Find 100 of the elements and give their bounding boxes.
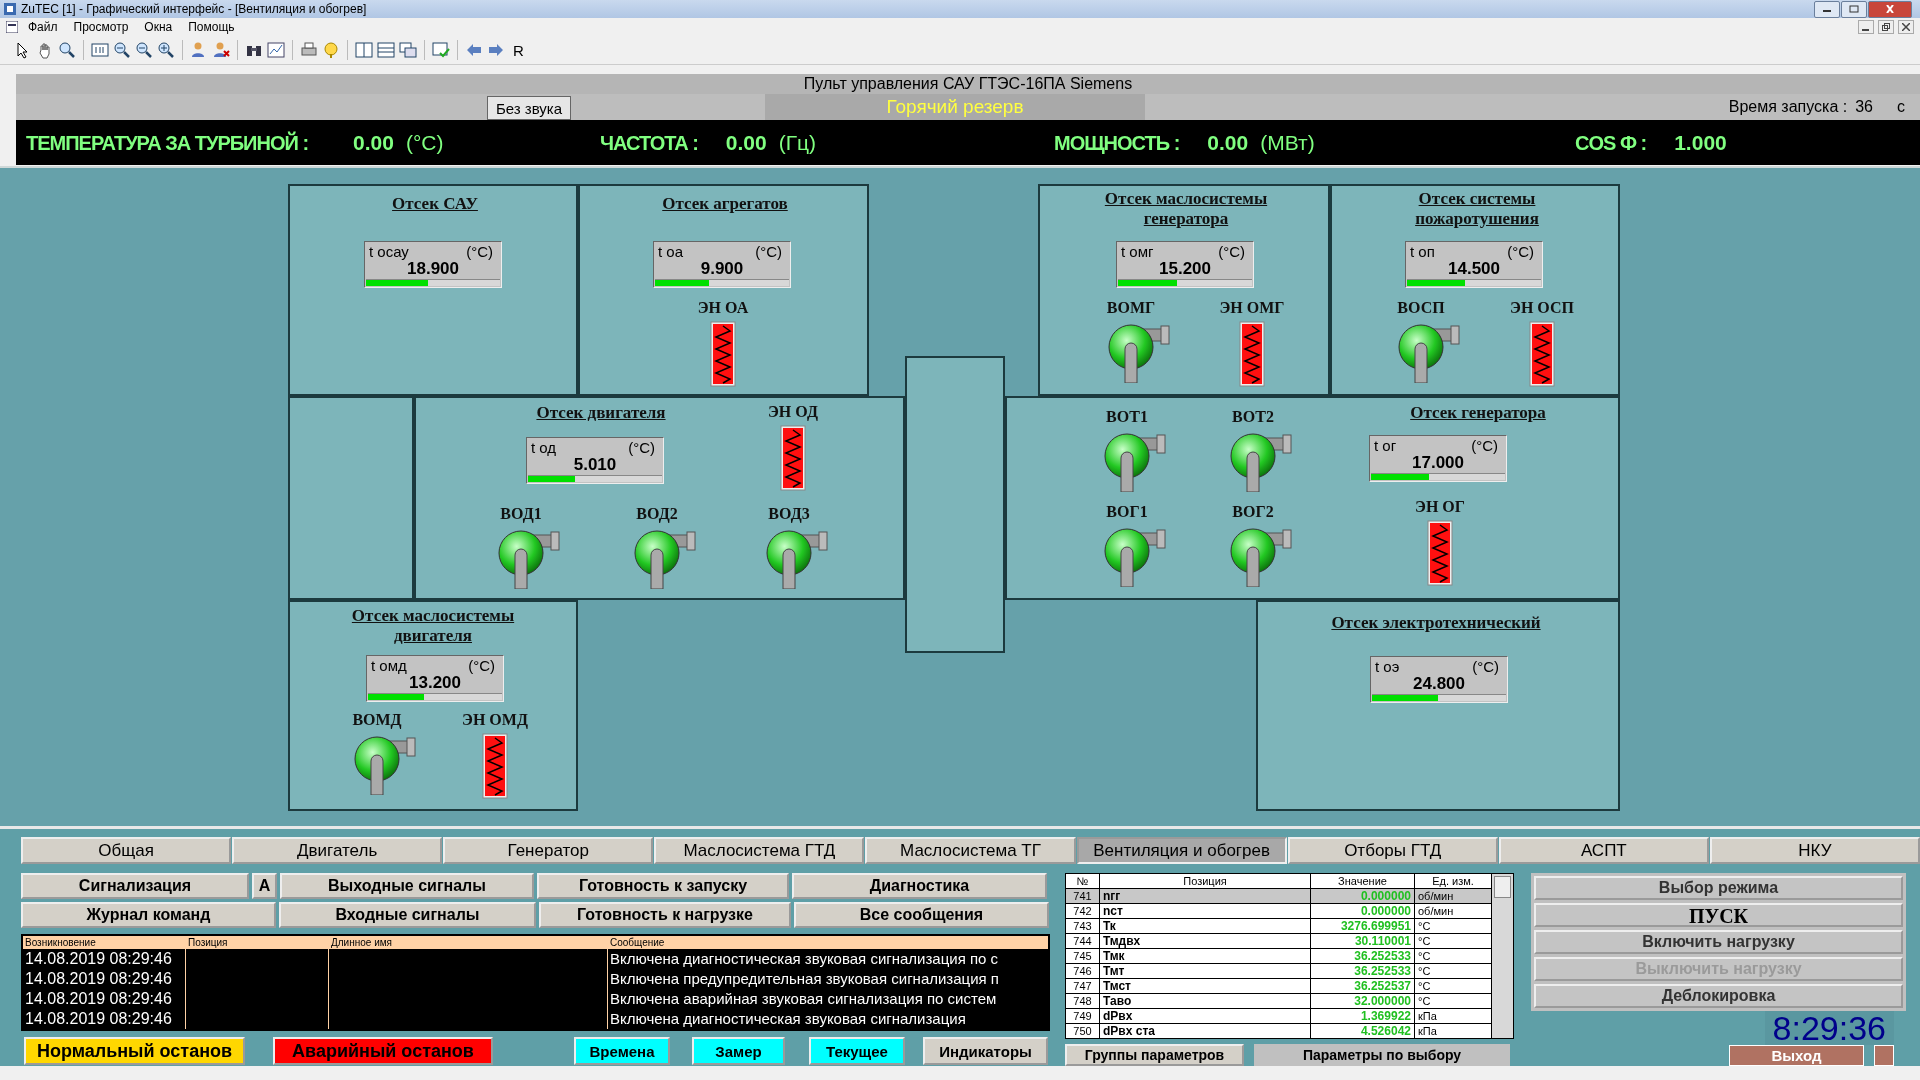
table-row[interactable]: 746 Тмт 36.252533 °С (1066, 964, 1492, 979)
check-window-icon[interactable] (432, 41, 450, 59)
table-cell: nст (1100, 904, 1311, 918)
table-row[interactable]: 741 nгг 0.000000 об/мин (1066, 889, 1492, 904)
tab[interactable]: Общая (21, 837, 232, 864)
restore-button[interactable] (1878, 20, 1894, 34)
table-cell: 741 (1066, 889, 1100, 903)
control-button[interactable]: Включить нагрузку (1534, 930, 1903, 954)
table-row[interactable]: 745 Тмк 36.252533 °С (1066, 949, 1492, 964)
selected-parameters-button[interactable]: Параметры по выбору (1254, 1044, 1510, 1066)
table-cell-text: Включена аварийная звуковая сигнализация по систем (609, 989, 998, 1009)
tab[interactable]: Двигатель (232, 837, 443, 864)
gauge-value: 17.000 (1411, 453, 1465, 473)
table-cell: 36.252533 (1311, 964, 1415, 978)
nav-button[interactable]: A (252, 873, 277, 899)
nav-button[interactable]: Журнал команд (21, 902, 276, 928)
layout-columns-icon[interactable] (355, 41, 373, 59)
action-button[interactable]: Аварийный останов (273, 1037, 493, 1065)
tab[interactable]: Вентиляция и обогрев (1076, 837, 1287, 864)
nav-button[interactable]: Готовность к запуску (537, 873, 789, 899)
action-button[interactable]: Нормальный останов (24, 1037, 245, 1065)
metric-value: 0.00 (353, 130, 394, 155)
layout-rows-icon[interactable] (377, 41, 395, 59)
exit-button[interactable]: Выход (1729, 1045, 1864, 1066)
column-header: Сообщение (609, 936, 666, 949)
scrollbar[interactable] (1492, 874, 1513, 1038)
close-icon (1902, 23, 1910, 31)
compartment-title: Отсек маслосистемы генератора (1103, 189, 1269, 229)
menu-item[interactable]: Файл (22, 20, 64, 34)
parameter-groups-button[interactable]: Группы параметров (1065, 1044, 1244, 1066)
device-label: ЭН ОА (697, 299, 749, 317)
nav-button[interactable]: Готовность к нагрузке (539, 902, 791, 928)
column-header: Позиция (1100, 874, 1311, 888)
tab[interactable]: Отборы ГТД (1287, 837, 1498, 864)
toolbar-button[interactable]: R (509, 41, 528, 59)
table-cell: Тмт (1100, 964, 1311, 978)
action-button[interactable]: Времена (574, 1037, 670, 1065)
start-time-value: 36 (1855, 98, 1873, 116)
zoom-in-icon[interactable] (157, 41, 175, 59)
zoom-fit-icon[interactable] (113, 41, 131, 59)
minimize-button[interactable] (1858, 20, 1874, 34)
nav-button[interactable]: Диагностика (792, 873, 1047, 899)
table-row[interactable]: 747 Тмст 36.252537 °С (1066, 979, 1492, 994)
gauge-value: 9.900 (699, 259, 745, 279)
column-header: № (1066, 874, 1100, 888)
tab[interactable]: Маслосистема ГТД (654, 837, 865, 864)
action-button[interactable]: Замер (692, 1037, 785, 1065)
gauge-label: t оа (658, 243, 684, 260)
control-button[interactable]: Выбор режима (1534, 876, 1903, 900)
mute-button[interactable]: Без звука (487, 96, 571, 120)
table-cell: Таво (1100, 994, 1311, 1008)
table-row[interactable]: 748 Таво 32.000000 °С (1066, 994, 1492, 1009)
tab[interactable]: Маслосистема ТГ (865, 837, 1076, 864)
control-button[interactable]: Деблокировка (1534, 984, 1903, 1008)
menu-item[interactable]: Окна (138, 20, 179, 34)
indicator-square (1874, 1045, 1894, 1066)
metric-label: COS Ф : (1575, 131, 1647, 155)
maximize-icon (1849, 5, 1859, 13)
compartment-title: Отсек электротехнический (1330, 613, 1542, 633)
gauge-unit: (°C) (468, 657, 495, 674)
mode-status: Горячий резерв (765, 94, 1145, 120)
table-cell: 746 (1066, 964, 1100, 978)
table-row[interactable]: 743 Тк 3276.699951 °С (1066, 919, 1492, 934)
gauge-label: t ог (1374, 437, 1397, 454)
menu-item[interactable]: Просмотр (67, 20, 135, 34)
gauge-unit: (°C) (1472, 658, 1499, 675)
tab[interactable]: Генератор (443, 837, 654, 864)
menu-item[interactable]: Помощь (182, 20, 241, 34)
table-cell: Тк (1100, 919, 1311, 933)
action-button[interactable]: Индикаторы (923, 1037, 1048, 1065)
gauge-label: t осау (369, 243, 409, 260)
start-time-label: Время запуска : (1728, 98, 1848, 116)
table-row[interactable]: 744 Тмдвх 30.110001 °С (1066, 934, 1492, 949)
control-button[interactable]: ПУСК (1534, 903, 1903, 927)
device-label: ВОД3 (768, 505, 810, 523)
tab[interactable]: НКУ (1709, 837, 1920, 864)
close-button[interactable] (1868, 0, 1912, 18)
zoom-out-icon[interactable] (135, 41, 153, 59)
table-cell: 0.000000 (1311, 904, 1415, 918)
tab[interactable]: АСПТ (1498, 837, 1709, 864)
windows-icon[interactable] (399, 41, 417, 59)
gauge-unit: (°C) (1507, 243, 1534, 260)
table-cell: 3276.699951 (1311, 919, 1415, 933)
action-button[interactable]: Текущее (809, 1037, 905, 1065)
search-icon[interactable] (58, 41, 76, 59)
table-row[interactable]: 749 dPвх 1.369922 кПа (1066, 1009, 1492, 1024)
minimize-button[interactable] (1814, 0, 1840, 18)
close-button[interactable] (1898, 20, 1914, 34)
device-label: ВОГ1 (1106, 503, 1148, 521)
printer-icon[interactable] (300, 41, 318, 59)
clock: 8:29:36 (1764, 1011, 1894, 1045)
gauge-value: 15.200 (1158, 259, 1212, 279)
table-row[interactable]: 742 nст 0.000000 об/мин (1066, 904, 1492, 919)
user-remove-icon[interactable] (212, 41, 230, 59)
chart-icon[interactable] (267, 41, 285, 59)
nav-button[interactable]: Входные сигналы (279, 902, 536, 928)
nav-button[interactable]: Все сообщения (794, 902, 1049, 928)
nav-button[interactable]: Выходные сигналы (280, 873, 534, 899)
nav-button[interactable]: Сигнализация (21, 873, 249, 899)
forward-arrow-icon[interactable] (487, 41, 505, 59)
